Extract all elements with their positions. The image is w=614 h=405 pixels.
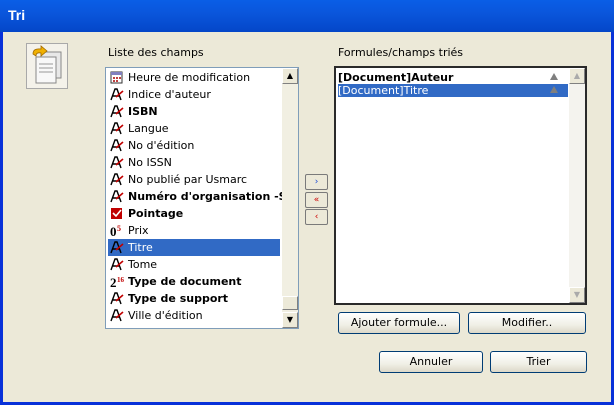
svg-text:16: 16 [117, 276, 124, 284]
list-item-label: Numéro d'organisation -SD [128, 190, 296, 203]
sorted-list-item[interactable]: [Document]Titre [338, 84, 568, 97]
sorted-scroll-down-button[interactable]: ▼ [569, 287, 585, 303]
sorted-scrollbar[interactable]: ▲ ▼ [569, 68, 585, 303]
sorted-item-label: [Document]Titre [338, 84, 429, 97]
fields-scrollbar[interactable]: ▲ ▼ [282, 68, 298, 328]
list-item-label: Type de support [128, 292, 229, 305]
fields-list-label: Liste des champs [108, 46, 204, 59]
sorted-listbox[interactable]: [Document]Auteur [Document]Titre ▲ ▼ [334, 66, 587, 305]
sort-button[interactable]: Trier [490, 351, 587, 373]
text-field-icon [110, 156, 124, 169]
fields-listbox[interactable]: Heure de modification Indice d'auteur ISBN… [105, 67, 299, 329]
list-item-label: Tome [128, 258, 158, 271]
list-item-label: Ville d'édition [128, 309, 203, 322]
list-item-label: Prix [128, 224, 149, 237]
add-field-button[interactable]: › [305, 174, 328, 190]
svg-text:0: 0 [110, 224, 117, 237]
list-item-label: Pointage [128, 207, 184, 220]
remove-all-button[interactable]: « [305, 192, 328, 208]
calendar-icon [110, 71, 124, 84]
list-item-label: Langue [128, 122, 169, 135]
checkbox-field-icon [110, 207, 124, 220]
list-field-icon: 2 16 [110, 275, 125, 290]
text-field-icon [110, 122, 124, 135]
list-item-label: Indice d'auteur [128, 88, 211, 101]
svg-text:2: 2 [110, 275, 117, 288]
numeric-field-icon: 05 [110, 224, 124, 239]
add-formula-button[interactable]: Ajouter formule... [338, 312, 460, 334]
remove-field-button[interactable]: ‹ [305, 209, 328, 225]
scroll-down-button[interactable]: ▼ [282, 312, 298, 328]
sorted-item-label: [Document]Auteur [338, 71, 454, 84]
text-field-icon [110, 258, 124, 271]
svg-text:5: 5 [117, 224, 121, 233]
sort-ascending-icon[interactable] [550, 73, 558, 80]
list-item-label: No ISSN [128, 156, 172, 169]
list-item-label: Heure de modification [128, 71, 251, 84]
scroll-thumb[interactable] [282, 296, 298, 310]
modify-button[interactable]: Modifier.. [468, 312, 586, 334]
text-field-icon [110, 309, 124, 322]
list-item-label: No publié par Usmarc [128, 173, 248, 186]
list-item-label: Titre [128, 241, 153, 254]
cancel-button[interactable]: Annuler [379, 351, 483, 373]
text-field-icon [110, 139, 124, 152]
sorted-scroll-up-button[interactable]: ▲ [569, 68, 585, 84]
sort-documents-icon [26, 43, 68, 89]
text-field-icon [110, 292, 124, 305]
scroll-up-button[interactable]: ▲ [282, 68, 298, 84]
text-field-icon [110, 173, 124, 186]
text-field-icon [110, 241, 124, 254]
list-item-label: Type de document [128, 275, 242, 288]
sorted-list-label: Formules/champs triés [338, 46, 464, 59]
list-item[interactable]: Titre [108, 239, 280, 256]
text-field-icon [110, 88, 124, 101]
list-item-label: No d'édition [128, 139, 195, 152]
list-item-label: ISBN [128, 105, 158, 118]
title-bar[interactable]: Tri [0, 0, 614, 32]
text-field-icon [110, 190, 124, 203]
text-field-icon [110, 105, 124, 118]
sort-ascending-icon[interactable] [550, 86, 558, 93]
sorted-list-item[interactable]: [Document]Auteur [338, 71, 568, 84]
window-title: Tri [8, 7, 26, 23]
